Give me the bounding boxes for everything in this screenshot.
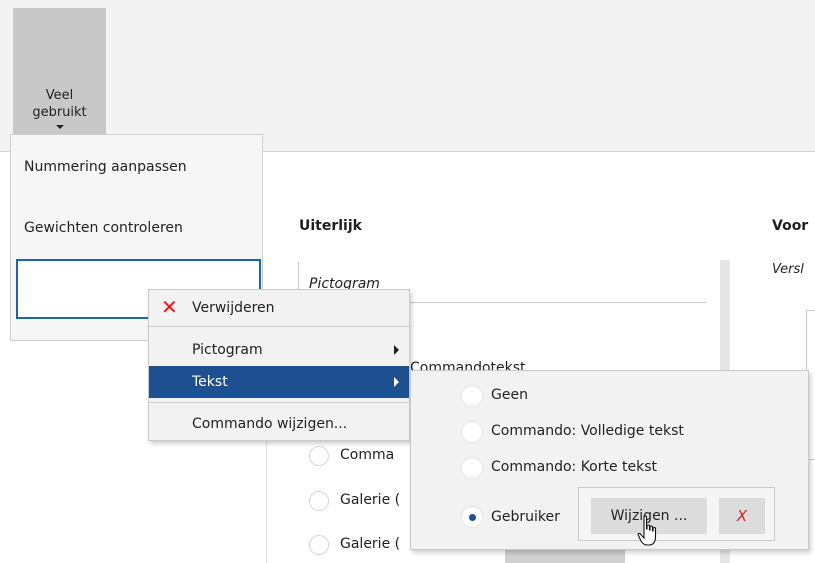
custom-text-group: Wijzigen ... X — [578, 487, 775, 541]
radio-geen[interactable] — [461, 385, 483, 407]
radio-label-gebruiker: Gebruiker — [491, 509, 560, 525]
uiterlijk-heading: Uiterlijk — [299, 218, 362, 234]
veel-gebruikt-button[interactable]: Veel gebruikt — [13, 8, 106, 135]
menu-item-tekst[interactable]: Tekst — [149, 366, 409, 398]
bottom-button[interactable] — [505, 550, 625, 563]
panel-divider — [266, 440, 267, 563]
radio-label-volledige-tekst: Commando: Volledige tekst — [491, 423, 684, 439]
menu-item-label: Tekst — [192, 374, 228, 390]
hand-cursor-icon — [637, 515, 657, 546]
option-label-2: Galerie ( — [340, 492, 401, 508]
menu-separator — [149, 326, 409, 327]
option-label-3: Galerie ( — [340, 536, 401, 552]
option-radio-1[interactable] — [309, 446, 329, 466]
clear-button[interactable]: X — [719, 498, 765, 534]
menu-item-verwijderen[interactable]: ✕ Verwijderen — [149, 292, 409, 324]
menu-item-label: Pictogram — [192, 342, 263, 358]
option-radio-3[interactable] — [309, 535, 329, 555]
tekst-submenu: Geen Commando: Volledige tekst Commando:… — [410, 370, 809, 550]
delete-x-icon: ✕ — [161, 295, 178, 319]
veel-gebruikt-label-line1: Veel — [45, 88, 74, 103]
radio-volledige-tekst[interactable] — [461, 421, 483, 443]
veel-gebruikt-label-line2: gebruikt — [32, 105, 87, 120]
clear-x-icon: X — [736, 507, 748, 525]
radio-label-korte-tekst: Commando: Korte tekst — [491, 459, 658, 475]
context-menu: ✕ Verwijderen Pictogram Tekst Commando w… — [148, 289, 410, 441]
voor-heading: Voor — [772, 218, 809, 234]
menu-item-commando-wijzigen[interactable]: Commando wijzigen... — [149, 408, 409, 440]
submenu-arrow-icon — [394, 377, 399, 387]
option-radio-2[interactable] — [309, 491, 329, 511]
ribbon: Veel gebruikt — [0, 0, 815, 152]
menu-item-label: Commando wijzigen... — [192, 416, 348, 432]
nummering-aanpassen-item[interactable]: Nummering aanpassen — [24, 159, 187, 175]
radio-label-geen: Geen — [491, 387, 528, 403]
radio-korte-tekst[interactable] — [461, 457, 483, 479]
dropdown-arrow-icon — [55, 125, 64, 129]
option-label-1: Comma — [340, 447, 395, 463]
menu-separator — [149, 402, 409, 403]
menu-item-pictogram[interactable]: Pictogram — [149, 334, 409, 366]
submenu-arrow-icon — [394, 345, 399, 355]
gewichten-controleren-item[interactable]: Gewichten controleren — [24, 220, 183, 236]
menu-item-label: Verwijderen — [192, 300, 275, 316]
versl-text: Versl — [772, 262, 804, 277]
radio-gebruiker[interactable] — [461, 506, 483, 528]
